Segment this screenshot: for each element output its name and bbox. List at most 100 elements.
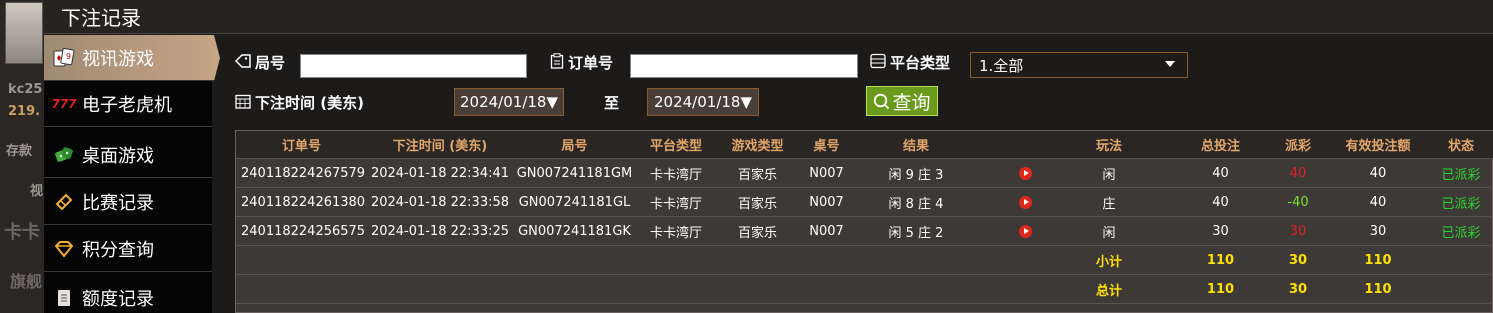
total-bet: 110 [1206,281,1235,297]
bg-deposit: 存款 [6,144,33,159]
to-label: 至 [604,94,620,112]
cell-platform: 卡卡湾厅 [649,225,702,241]
total-label: 总计 [1095,283,1122,299]
sidebar-item-table-games[interactable]: 桌面游戏 [44,132,212,178]
date-to-select[interactable]: 2024/01/18▼ [647,88,759,116]
platform-select-value: 1.全部 [979,56,1024,75]
header-valid-bet: 有效投注额 [1345,139,1411,154]
header-game: 游戏类型 [731,139,784,154]
cell-game: 百家乐 [737,167,777,183]
calendar-icon [235,93,251,113]
cell-bet: 30 [1212,223,1229,239]
time-label: 下注时间 (美东) [235,92,364,113]
cell-time: 2024-01-18 22:33:58 [370,194,510,210]
sidebar-item-label: 额度记录 [82,289,154,310]
cell-platform: 卡卡湾厅 [649,196,702,212]
sidebar-item-label: 视讯游戏 [82,48,154,70]
sidebar-item-points-query[interactable]: 积分查询 [44,226,212,272]
header-bet: 总投注 [1200,139,1240,154]
modal-title: 下注记录 [61,6,141,30]
document-icon [52,287,76,309]
total-row: 总计 110 30 110 [236,275,1493,304]
platform-select[interactable]: 1.全部 [970,52,1188,78]
subtotal-payout: 30 [1288,252,1308,268]
subtotal-label: 小计 [1095,254,1122,270]
cell-round: GN007241181GK [518,223,631,239]
replay-button[interactable] [978,159,1073,187]
sidebar: 9 视讯游戏 777 电子老虎机 桌面游戏 比赛记录 积分查询 额度记录 [44,35,220,313]
cell-bet: 40 [1212,194,1229,210]
play-icon [1019,195,1032,209]
total-valid-bet: 110 [1364,281,1392,297]
total-payout: 30 [1288,281,1308,297]
bg-username: kc25 [8,82,43,97]
subtotal-row: 小计 110 30 110 [236,246,1493,275]
title-bar: 下注记录 [44,0,1493,34]
cell-payout: 30 [1289,223,1307,239]
cell-order: 240118224256575 [241,223,366,239]
cell-play: 闲 [1102,225,1116,241]
list-icon [870,53,886,73]
replay-button[interactable] [978,188,1073,216]
cell-time: 2024-01-18 22:34:41 [370,165,510,181]
cell-table: N007 [809,165,844,181]
cell-valid-bet: 40 [1369,194,1387,210]
dice-icon [52,144,76,166]
sidebar-item-label: 积分查询 [82,239,154,261]
bg-kaka: 卡卡 [4,222,40,243]
sidebar-item-credit-records[interactable]: 额度记录 [44,275,212,313]
sidebar-item-label: 电子老虎机 [82,94,172,116]
cell-payout: -40 [1287,194,1309,210]
cell-payout: 40 [1289,165,1307,181]
time-label-text: 下注时间 (美东) [255,94,364,112]
bet-record-modal: 下注记录 9 视讯游戏 777 电子老虎机 桌面游戏 比赛记录 积分查询 额度记… [44,0,1493,313]
query-button-label: 查询 [892,91,931,114]
cell-order: 240118224261380 [241,194,366,210]
sidebar-item-live-games[interactable]: 9 视讯游戏 [44,35,220,81]
slot-777-icon: 777 [51,96,77,111]
cell-status: 已派彩 [1441,196,1481,212]
round-label: 局号 [234,52,285,73]
cell-order: 240118224267579 [241,165,366,181]
stage: kc25 219. 存款 视 卡卡 旗舰 下注记录 9 视讯游戏 777 电子老… [0,0,1493,313]
cell-round: GN007241181GL [518,194,631,210]
avatar [5,2,43,64]
header-result: 结果 [902,139,929,154]
chevron-down-icon [1165,61,1175,67]
header-time: 下注时间 (美东) [392,139,488,154]
round-input[interactable] [300,54,527,78]
sidebar-item-slots[interactable]: 777 电子老虎机 [44,81,212,127]
sidebar-item-label: 比赛记录 [82,192,154,214]
order-label: 订单号 [550,52,613,73]
play-icon [1019,166,1032,180]
cell-round: GN007241181GM [516,165,633,181]
bet-records-table: 订单号 下注时间 (美东) 局号 平台类型 游戏类型 桌号 结果 玩法 总投注 … [235,130,1493,313]
order-label-text: 订单号 [568,54,614,72]
cell-play: 闲 [1102,167,1116,183]
date-from-select[interactable]: 2024/01/18▼ [454,88,564,116]
sidebar-item-label: 桌面游戏 [82,145,154,167]
cell-platform: 卡卡湾厅 [649,167,702,183]
table-header-row: 订单号 下注时间 (美东) 局号 平台类型 游戏类型 桌号 结果 玩法 总投注 … [236,131,1493,159]
play-icon [1019,224,1032,238]
cell-time: 2024-01-18 22:33:25 [370,223,510,239]
cell-game: 百家乐 [737,225,777,241]
subtotal-bet: 110 [1206,252,1235,268]
clipboard-icon [550,52,564,73]
svg-text:9: 9 [66,52,71,61]
sidebar-item-match-records[interactable]: 比赛记录 [44,179,212,225]
header-payout: 派彩 [1284,139,1311,154]
cell-valid-bet: 30 [1369,223,1387,239]
header-order: 订单号 [281,139,321,154]
tag-icon [234,53,251,72]
ticket-icon [52,191,76,213]
header-platform: 平台类型 [649,139,702,154]
replay-button[interactable] [978,217,1073,245]
order-input[interactable] [630,54,858,78]
bg-balance: 219. [8,104,41,119]
subtotal-valid-bet: 110 [1364,252,1392,268]
query-button[interactable]: 查询 [866,86,938,116]
bg-flagship: 旗舰 [10,272,43,291]
cell-result: 闲 8 庄 4 [888,196,944,212]
diamond-icon [52,238,76,260]
